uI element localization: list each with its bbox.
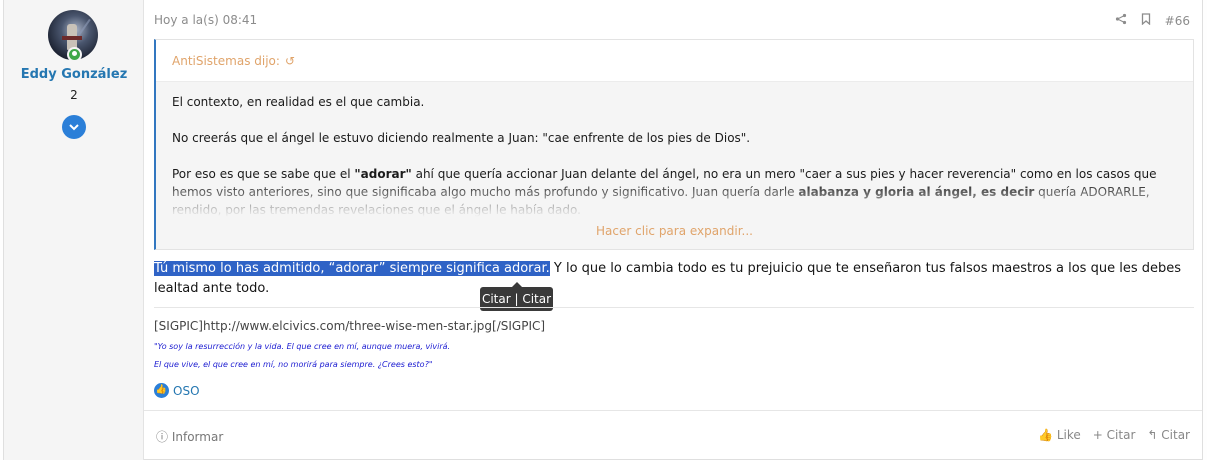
reaction-user[interactable]: OSO (173, 384, 200, 398)
username[interactable]: Eddy González (4, 67, 144, 82)
quote-text: quería ADORARLE, rendido, por las tremen… (172, 185, 1150, 217)
expand-user-button[interactable] (62, 115, 86, 139)
quote-bold: "adorar" (354, 167, 412, 181)
quote-header[interactable]: AntiSistemas dijo: ↺ (156, 40, 1193, 82)
signature-quote: "Yo soy la resurrección y la vida. El qu… (154, 342, 451, 351)
message-count: 2 (70, 88, 78, 102)
quote-bold: alabanza y gloria al ángel, es decir (798, 185, 1035, 199)
reply-text: Tú mismo lo has admitido, “adorar” siemp… (154, 259, 1194, 299)
post-number[interactable]: #66 (1165, 14, 1190, 28)
bookmark-icon[interactable] (1141, 13, 1151, 28)
post: Eddy González 2 Hoy a la(s) 08:41 #66 An… (3, 0, 1203, 460)
plus-icon: + (1092, 428, 1103, 442)
post-top-actions: #66 (1115, 13, 1190, 28)
avatar-figure-detail (62, 36, 82, 40)
quote-expand-link[interactable]: Hacer clic para expandir... (156, 224, 1193, 238)
quote-paragraph: No creerás que el ángel le estuvo dicien… (172, 131, 751, 145)
report-button[interactable]: ⓘ Informar (156, 428, 223, 445)
online-status-icon (67, 47, 82, 62)
quote-text: Por eso es que se sabe que el (172, 167, 351, 181)
post-main: Hoy a la(s) 08:41 #66 AntiSistemas dijo:… (144, 0, 1202, 460)
signature-quote: El que vive, el que cree en mí, no morir… (154, 360, 433, 369)
quote-paragraph: El contexto, en realidad es el que cambi… (172, 95, 425, 109)
signature-divider (154, 307, 1194, 308)
user-column: Eddy González 2 (4, 0, 144, 460)
info-icon: ⓘ (156, 430, 169, 444)
share-icon[interactable] (1115, 13, 1127, 28)
selected-text[interactable]: Tú mismo lo has admitido, “adorar” siemp… (154, 261, 550, 276)
multiquote-button[interactable]: + Citar (1093, 428, 1136, 442)
reply-icon: ↰ (1147, 428, 1158, 442)
quote-body: El contexto, en realidad es el que cambi… (156, 82, 1193, 217)
quote-paragraph: Por eso es que se sabe que el "adorar" a… (172, 165, 1177, 217)
reactions-bar[interactable]: 👍 OSO (154, 383, 200, 398)
reply-quote-button[interactable]: ↰ Citar (1147, 428, 1190, 442)
report-label: Informar (171, 430, 224, 444)
footer-actions: 👍 Like + Citar ↰ Citar (1038, 428, 1190, 442)
post-date[interactable]: Hoy a la(s) 08:41 (154, 13, 257, 27)
chevron-down-icon (69, 123, 79, 130)
quote-author[interactable]: AntiSistemas dijo: (172, 54, 280, 68)
reply-quote-label: Citar (1161, 428, 1190, 442)
like-label: Like (1056, 428, 1081, 442)
footer-divider (144, 410, 1202, 411)
signature-pic: [SIGPIC]http://www.elcivics.com/three-wi… (154, 319, 546, 333)
like-reaction-icon: 👍 (154, 383, 169, 398)
like-button[interactable]: 👍 Like (1038, 428, 1081, 442)
quote-block: AntiSistemas dijo: ↺ El contexto, en real… (154, 39, 1194, 250)
thumbs-up-icon: 👍 (1038, 428, 1054, 442)
quote-goto-icon[interactable]: ↺ (285, 54, 295, 68)
multiquote-label: Citar (1106, 428, 1136, 442)
